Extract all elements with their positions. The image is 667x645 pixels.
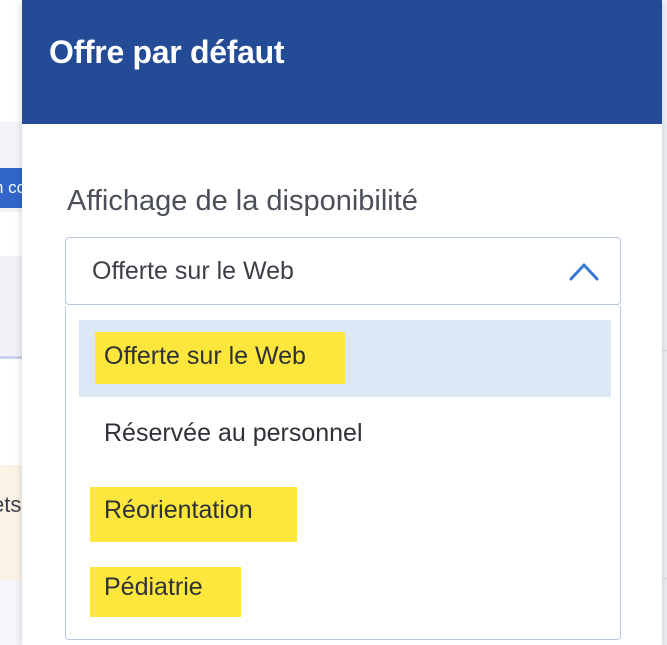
- background-text: ets: [0, 492, 22, 517]
- background-panel: [0, 256, 22, 359]
- option-label: Réservée au personnel: [104, 419, 363, 447]
- background-panel: [0, 465, 22, 580]
- background-tab-button[interactable]: n co: [0, 168, 24, 208]
- chevron-up-icon[interactable]: [568, 260, 600, 282]
- background-panel: [0, 359, 22, 465]
- background-edge: [662, 124, 667, 645]
- background-panel: [0, 0, 22, 122]
- option-pediatrie[interactable]: Pédiatrie: [79, 551, 611, 628]
- availability-field-label: Affichage de la disponibilité: [67, 185, 418, 217]
- option-label: Offerte sur le Web: [104, 342, 306, 370]
- availability-options-list: Offerte sur le Web Réservée au personnel…: [65, 306, 621, 640]
- option-reservee-au-personnel[interactable]: Réservée au personnel: [79, 397, 611, 474]
- modal-title: Offre par défaut: [49, 34, 285, 70]
- offer-modal: Offre par défaut Affichage de la disponi…: [22, 0, 662, 645]
- background-panel: [0, 580, 22, 645]
- option-offerte-sur-le-web[interactable]: Offerte sur le Web: [79, 320, 611, 397]
- modal-header: Offre par défaut: [22, 0, 662, 124]
- option-label: Pédiatrie: [104, 573, 203, 601]
- availability-select[interactable]: Offerte sur le Web: [65, 237, 621, 305]
- option-reorientation[interactable]: Réorientation: [79, 474, 611, 551]
- option-label: Réorientation: [104, 496, 253, 524]
- availability-select-value: Offerte sur le Web: [92, 257, 294, 285]
- background-panel: [0, 212, 22, 256]
